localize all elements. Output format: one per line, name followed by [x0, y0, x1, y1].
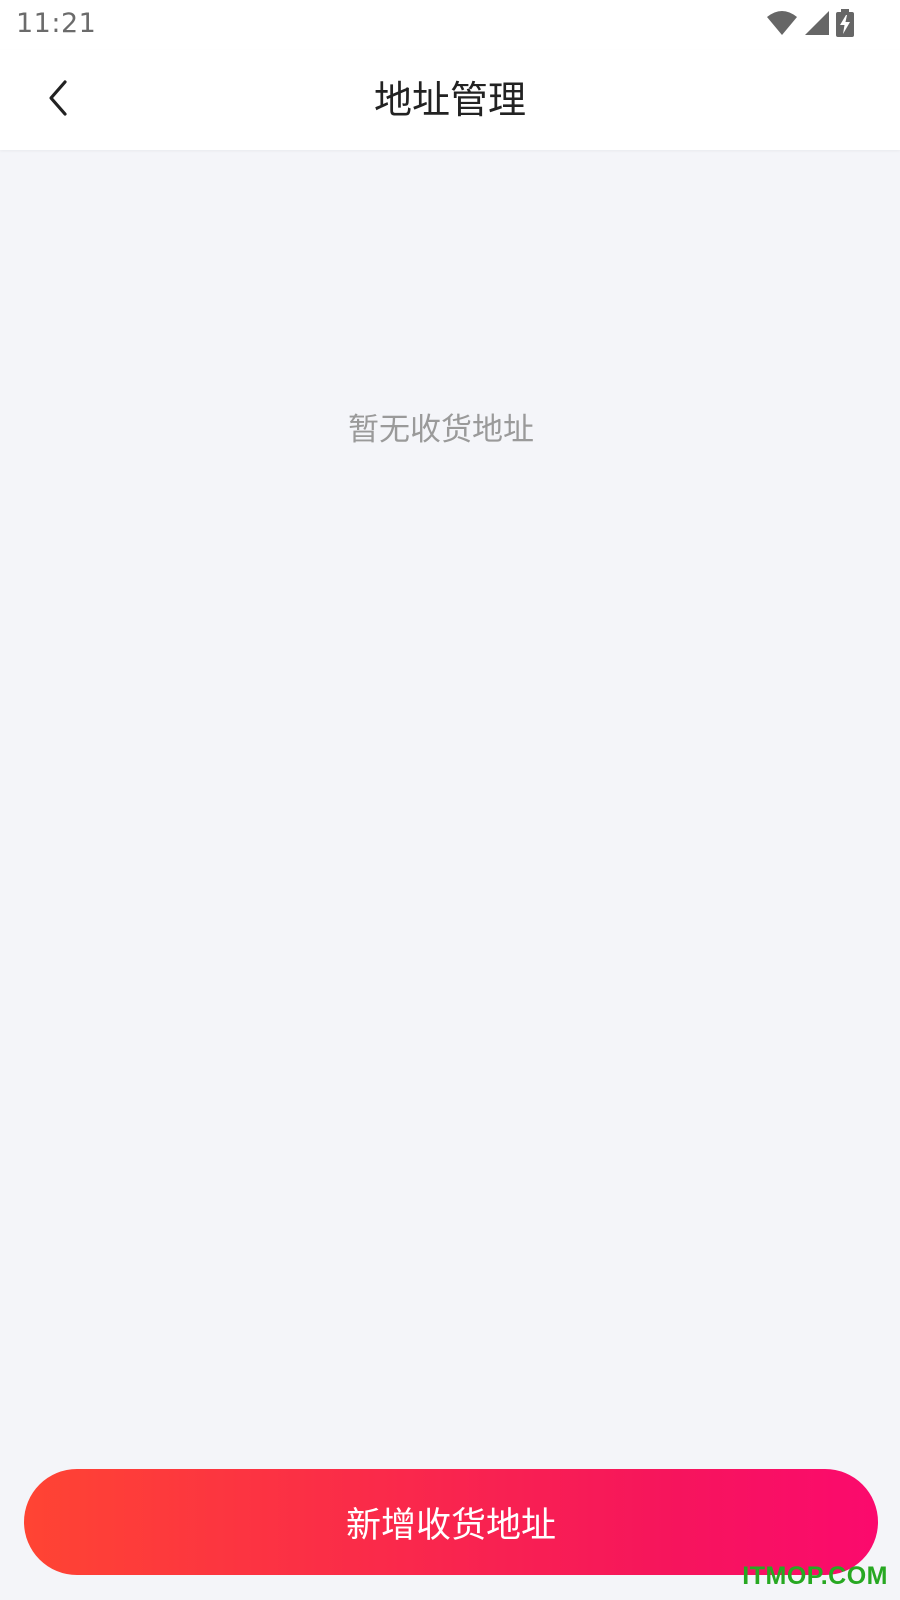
header-bar: 地址管理 [0, 50, 900, 150]
status-time: 11:21 [16, 8, 97, 39]
battery-charging-icon [836, 9, 854, 41]
add-address-button-label: 新增收货地址 [345, 1505, 556, 1546]
watermark-logo: ITMOP.COM [742, 1562, 888, 1590]
add-address-button[interactable]: 新增收货地址 [24, 1469, 878, 1575]
status-icons [766, 9, 854, 41]
page-title: 地址管理 [373, 78, 526, 122]
status-bar: 11:21 [0, 0, 900, 50]
empty-state-message: 暂无收货地址 [348, 412, 534, 448]
signal-icon [804, 10, 830, 40]
wifi-icon [766, 10, 798, 40]
